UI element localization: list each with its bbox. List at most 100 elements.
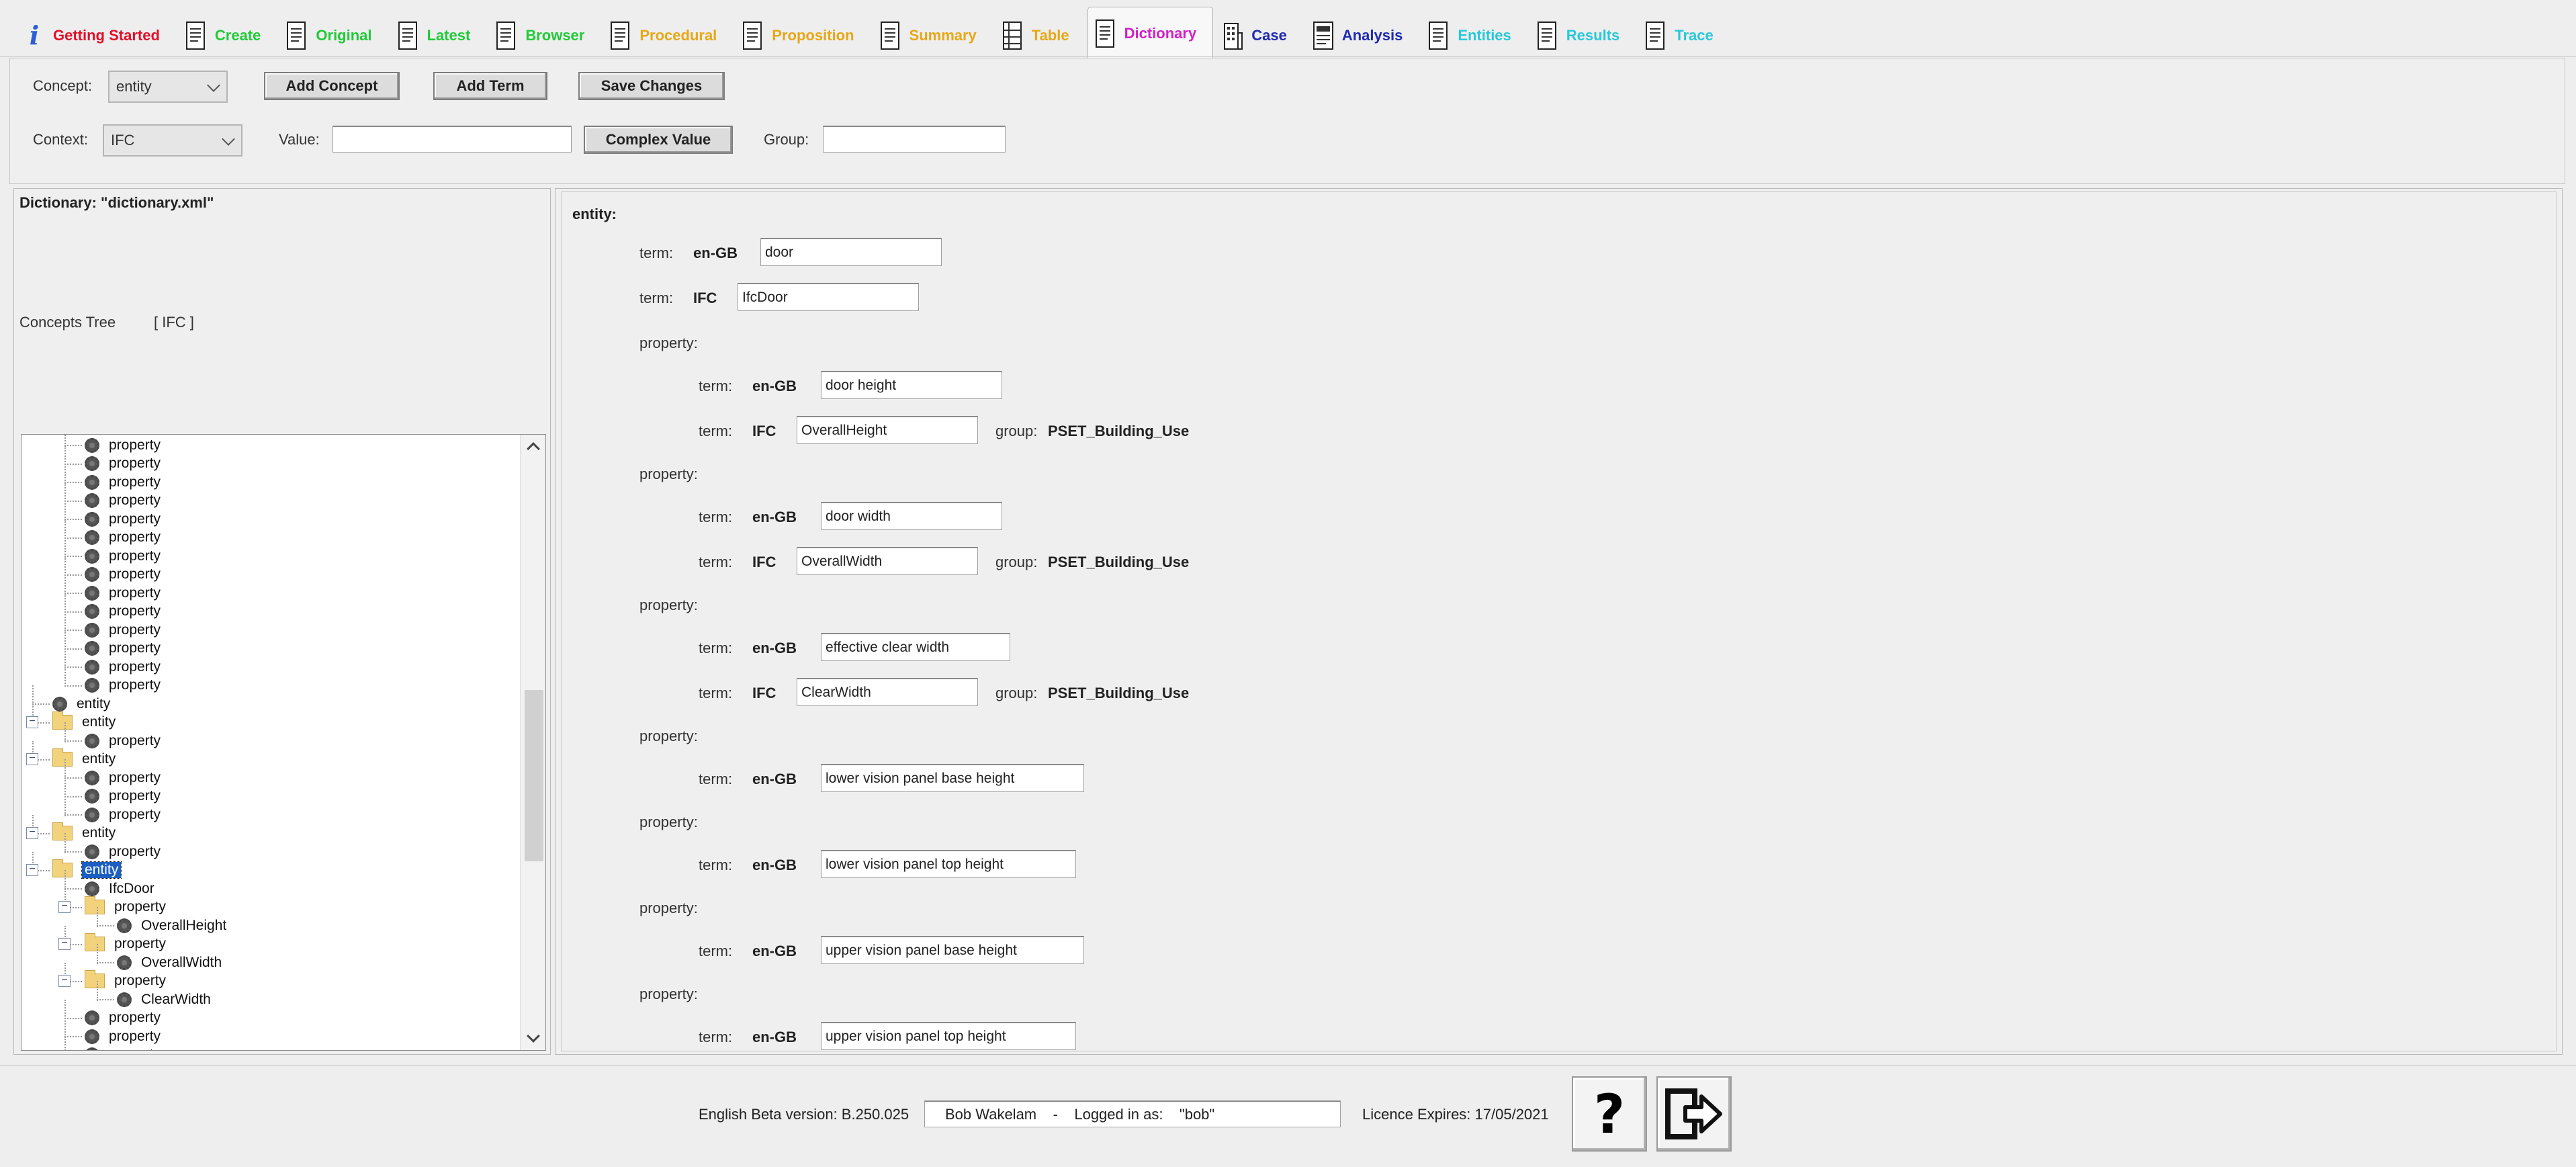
tree-leaf-node[interactable]: property	[85, 529, 161, 547]
tab-case[interactable]: Case	[1214, 11, 1304, 59]
add-term-button[interactable]: Add Term	[433, 72, 547, 100]
tab-latest[interactable]: Latest	[390, 11, 488, 59]
tab-original[interactable]: Original	[279, 11, 388, 59]
collapse-icon[interactable]: −	[58, 937, 71, 950]
term-value-input[interactable]: lower vision panel base height	[821, 764, 1084, 792]
concepts-tree-context: [ IFC ]	[154, 314, 194, 331]
tab-analysis[interactable]: Analysis	[1305, 11, 1420, 59]
term-value-input[interactable]: OverallWidth	[797, 547, 978, 575]
term-value-input[interactable]: ClearWidth	[797, 678, 978, 706]
gear-icon	[117, 918, 132, 933]
collapse-icon[interactable]: −	[26, 716, 38, 728]
tree-leaf-node[interactable]: property	[85, 658, 161, 676]
gear-icon	[85, 770, 99, 785]
licence-expiry-label: Licence Expires: 17/05/2021	[1362, 1106, 1549, 1123]
tree-leaf-node[interactable]: property	[85, 842, 161, 861]
tab-getting-started[interactable]: i Getting Started	[16, 11, 177, 59]
tab-label: Getting Started	[53, 26, 160, 44]
tree-leaf-node[interactable]: property	[85, 732, 161, 750]
document-icon	[1645, 21, 1667, 50]
tree-folder-node[interactable]: entity	[52, 711, 116, 732]
term-value-input[interactable]: OverallHeight	[797, 416, 978, 444]
status-divider	[0, 1065, 2576, 1066]
collapse-icon[interactable]: −	[58, 974, 71, 987]
add-concept-button[interactable]: Add Concept	[264, 72, 400, 100]
tab-browser[interactable]: Browser	[488, 11, 601, 59]
building-icon	[1222, 21, 1243, 50]
help-button[interactable]: ?	[1572, 1076, 1647, 1152]
tree-folder-node[interactable]: entity	[52, 822, 116, 842]
scroll-down-icon[interactable]	[527, 1029, 540, 1043]
tab-procedural[interactable]: Procedural	[603, 11, 734, 59]
tree-leaf-node[interactable]: property	[85, 510, 161, 528]
tree-connector	[32, 703, 50, 705]
tab-proposition[interactable]: Proposition	[735, 11, 871, 59]
tree-node-label: property	[109, 585, 161, 601]
collapse-icon[interactable]: −	[58, 900, 71, 913]
tree-leaf-node[interactable]: property	[85, 547, 161, 565]
tree-leaf-node[interactable]: entity	[52, 695, 110, 713]
tab-label: Dictionary	[1124, 24, 1197, 42]
tree-leaf-node[interactable]: property	[85, 584, 161, 602]
tree-leaf-node[interactable]: OverallHeight	[117, 916, 226, 935]
scroll-up-icon[interactable]	[527, 442, 540, 456]
tree-leaf-node[interactable]: property	[85, 603, 161, 621]
term-value-input[interactable]: door height	[821, 371, 1002, 399]
scroll-thumb[interactable]	[525, 690, 543, 861]
collapse-icon[interactable]: −	[26, 752, 38, 765]
concept-heading: entity:	[572, 206, 617, 222]
tree-leaf-node[interactable]: property	[85, 769, 161, 787]
tree-node-label: entity	[81, 861, 122, 879]
tree-leaf-node[interactable]: property	[85, 455, 161, 473]
tab-label: Browser	[525, 26, 585, 44]
term-value-input[interactable]: upper vision panel top height	[821, 1022, 1076, 1050]
gear-icon	[85, 567, 99, 582]
tab-results[interactable]: Results	[1529, 11, 1636, 59]
save-changes-button[interactable]: Save Changes	[578, 72, 725, 100]
tree-leaf-node[interactable]: property	[85, 621, 161, 639]
tab-create[interactable]: Create	[178, 11, 277, 59]
term-value-input[interactable]: door	[760, 238, 942, 266]
tab-dictionary[interactable]: Dictionary	[1087, 7, 1214, 59]
context-select[interactable]: IFC	[103, 124, 242, 157]
collapse-icon[interactable]: −	[26, 826, 38, 839]
complex-value-button[interactable]: Complex Value	[584, 126, 733, 154]
tree-folder-node[interactable]: entity	[52, 748, 116, 769]
tree-leaf-node[interactable]: property	[85, 436, 161, 454]
term-label: term:	[699, 378, 733, 394]
tree-leaf-node[interactable]: property	[85, 787, 161, 806]
term-value-input[interactable]: IfcDoor	[738, 283, 919, 311]
tree-scrollbar[interactable]	[520, 435, 545, 1050]
term-value-input[interactable]: door width	[821, 502, 1002, 530]
exit-button[interactable]	[1656, 1076, 1732, 1152]
tree-leaf-node[interactable]: IfcDoor	[85, 879, 154, 898]
tab-trace[interactable]: Trace	[1638, 11, 1730, 59]
term-value-input[interactable]: lower vision panel top height	[821, 850, 1076, 878]
tree-leaf-node[interactable]: property	[85, 566, 161, 584]
tab-table[interactable]: Table	[995, 11, 1086, 59]
tree-leaf-node[interactable]: property	[85, 473, 161, 491]
tree-leaf-node[interactable]: property	[85, 1027, 161, 1045]
collapse-icon[interactable]: −	[26, 863, 38, 876]
tab-entities[interactable]: Entities	[1421, 11, 1527, 59]
term-value-input[interactable]: upper vision panel base height	[821, 936, 1084, 964]
tree-folder-node[interactable]: entity	[52, 859, 122, 879]
tree-leaf-node[interactable]: ClearWidth	[117, 990, 211, 1008]
tree-leaf-node[interactable]: property	[85, 806, 161, 824]
tree-leaf-node[interactable]: property	[85, 640, 161, 658]
group-input[interactable]	[823, 126, 1006, 153]
tree-leaf-node[interactable]: OverallWidth	[117, 953, 222, 971]
tree-node-label: property	[109, 548, 161, 564]
tab-summary[interactable]: Summary	[873, 11, 993, 59]
tree-leaf-node[interactable]: property	[85, 677, 161, 695]
concepts-tree[interactable]: property property property property property…	[21, 434, 546, 1051]
tree-leaf-node[interactable]: property	[85, 1009, 161, 1027]
tree-leaf-node[interactable]: property	[85, 492, 161, 510]
tree-connector	[64, 593, 82, 594]
document-icon	[286, 21, 308, 50]
term-value-input[interactable]: effective clear width	[821, 633, 1010, 661]
tree-connector	[97, 962, 114, 963]
value-input[interactable]	[332, 126, 572, 153]
concept-select[interactable]: entity	[108, 71, 228, 103]
tree-leaf-node[interactable]: property	[85, 1046, 161, 1050]
